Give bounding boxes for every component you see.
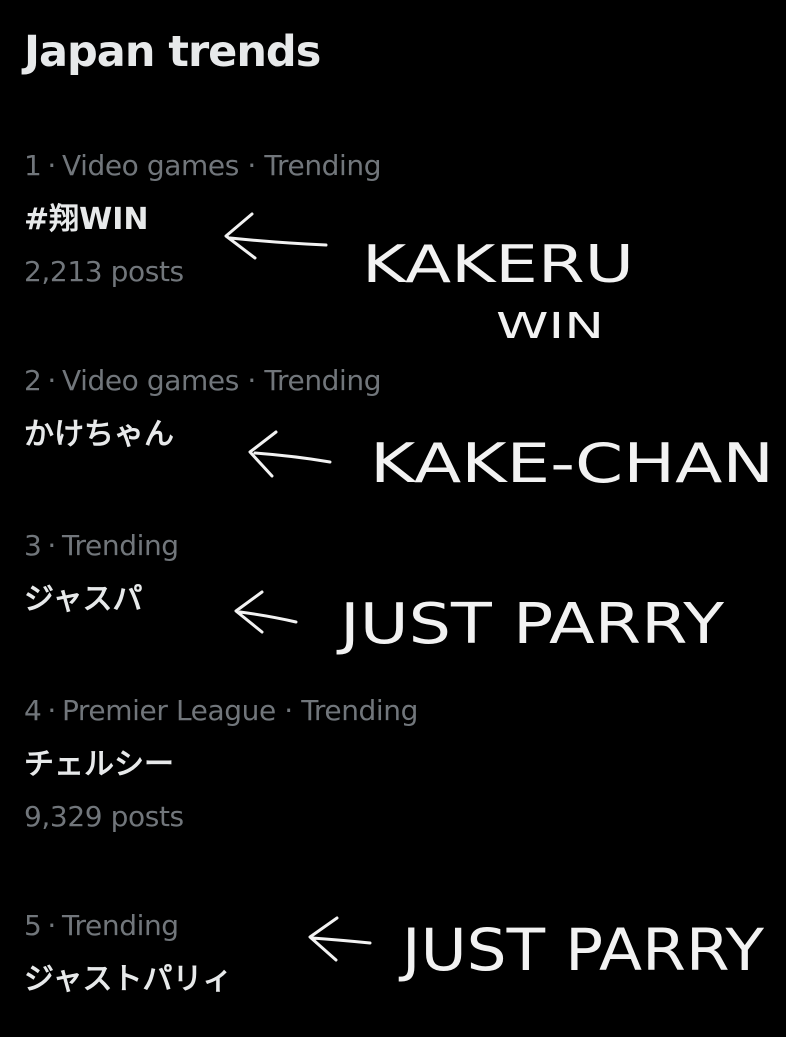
trend-item-2[interactable]: 2 · Video games · Trending かけちゃん (24, 363, 382, 455)
trend-meta: 3 · Trending (24, 528, 324, 564)
annotation-4: JUST PARRY (308, 916, 765, 984)
trend-post-count: 9,329 posts (24, 800, 184, 833)
trend-name: チェルシー (24, 747, 174, 782)
trend-post-count: 2,213 posts (24, 255, 184, 288)
trend-rank-separator: · (47, 149, 56, 182)
trend-name: ジャストパリィ (24, 962, 233, 997)
annotation-2: KAKE-CHAN (248, 430, 774, 495)
page-title: Japan trends (24, 27, 321, 77)
trend-name: かけちゃん (24, 417, 174, 452)
annotation-subtext: WIN (496, 306, 604, 347)
trend-meta: 5 · Trending (24, 908, 324, 944)
annotation-text: KAKERU (362, 235, 634, 295)
trend-context: Trending (61, 909, 179, 942)
trend-item-4[interactable]: 4 · Premier League · Trending チェルシー 9,329 … (24, 693, 418, 835)
annotation-text: KAKE-CHAN (370, 432, 774, 495)
trend-name: ジャスパ (24, 582, 143, 617)
trend-meta: 2 · Video games · Trending (24, 363, 382, 399)
trend-context: Premier League · Trending (61, 694, 419, 727)
trend-rank-separator: · (47, 529, 56, 562)
trend-rank: 4 (24, 694, 42, 727)
trend-rank: 2 (24, 364, 42, 397)
trend-rank: 3 (24, 529, 42, 562)
trend-rank: 1 (24, 149, 42, 182)
trend-meta: 4 · Premier League · Trending (24, 693, 418, 729)
annotation-text: JUST PARRY (399, 916, 765, 984)
trend-rank-separator: · (47, 909, 56, 942)
annotation-text: JUST PARRY (336, 592, 725, 657)
trend-item-3[interactable]: 3 · Trending ジャスパ (24, 528, 324, 620)
trend-context: Video games · Trending (61, 149, 382, 182)
trend-context: Video games · Trending (61, 364, 382, 397)
trend-item-5[interactable]: 5 · Trending ジャストパリィ (24, 908, 324, 1000)
trend-rank-separator: · (47, 364, 56, 397)
trend-rank-separator: · (47, 694, 56, 727)
trend-meta: 1 · Video games · Trending (24, 148, 382, 184)
trend-item-1[interactable]: 1 · Video games · Trending #翔WIN 2,213 pos… (24, 148, 382, 290)
trend-rank: 5 (24, 909, 42, 942)
trend-context: Trending (61, 529, 179, 562)
trend-name: #翔WIN (24, 202, 149, 237)
